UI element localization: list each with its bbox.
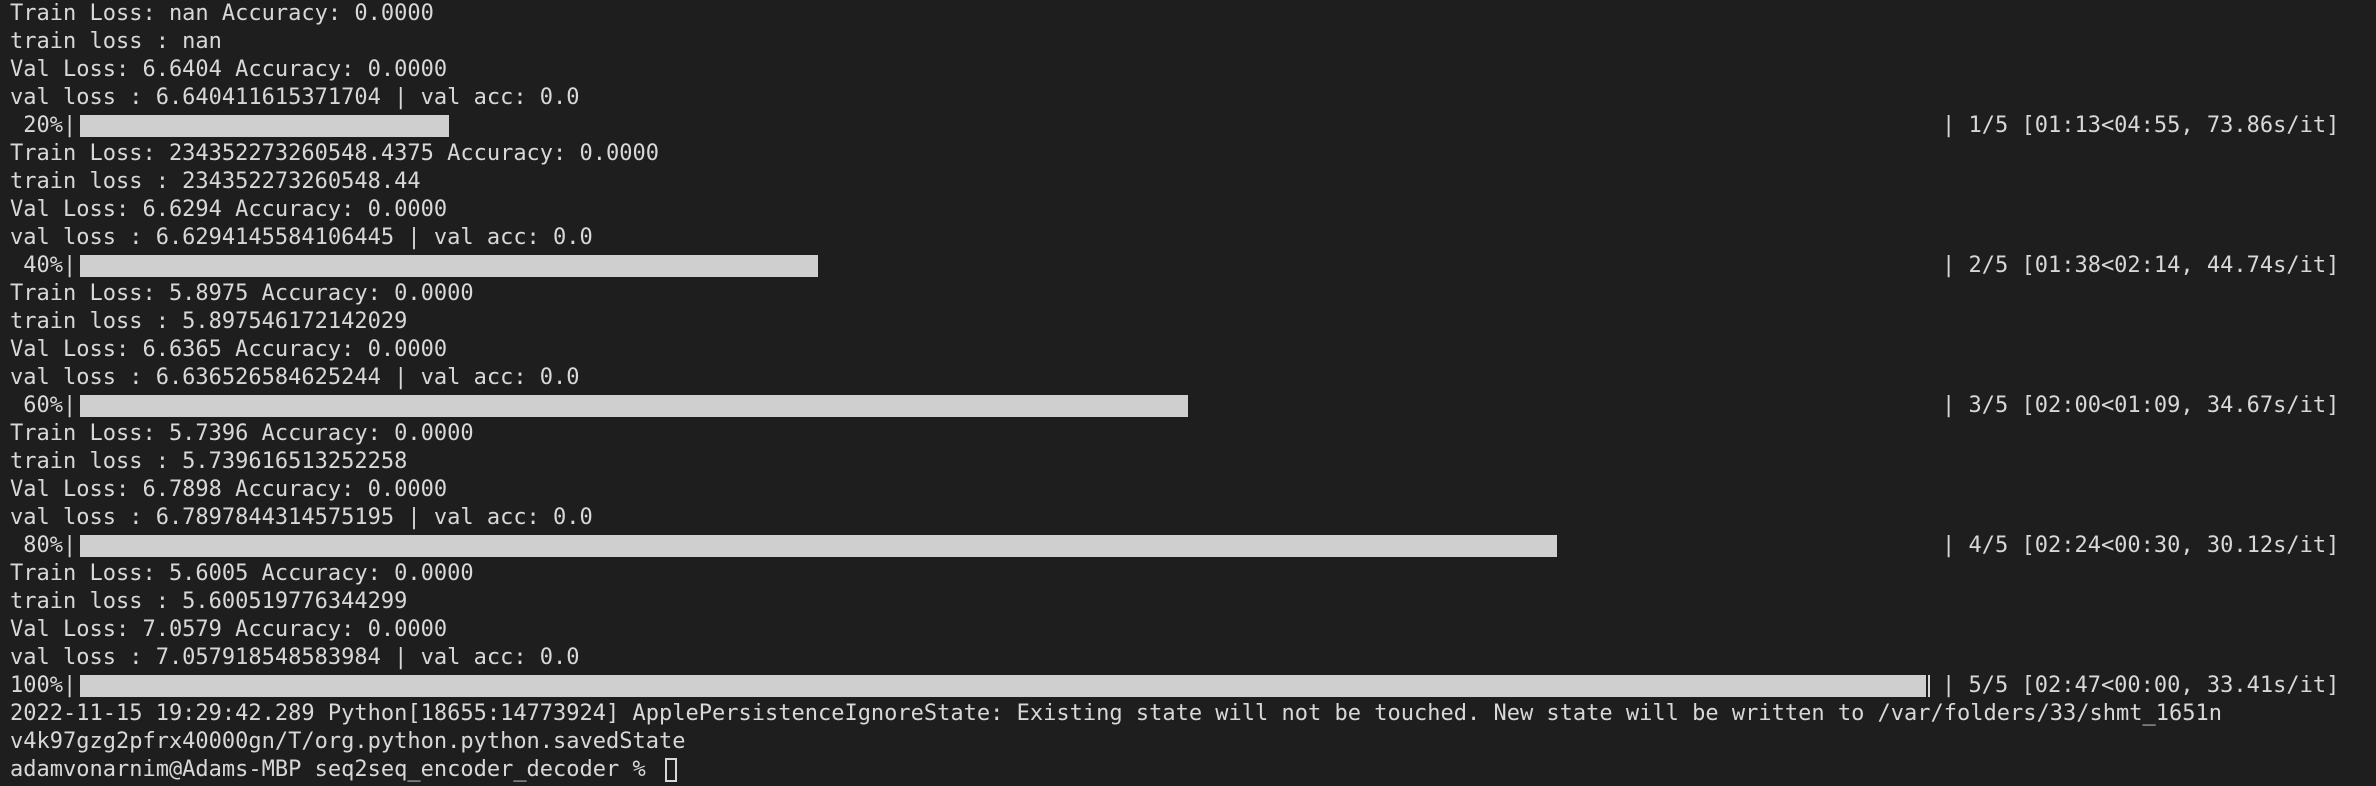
progress-bar-row: 100%| | 5/5 [02:47<00:00, 33.41s/it]	[0, 672, 2376, 700]
log-line: Train Loss: nan Accuracy: 0.0000	[10, 1, 434, 26]
shell-prompt[interactable]: adamvonarnim@Adams-MBP seq2seq_encoder_d…	[10, 756, 678, 784]
log-line: Val Loss: 6.7898 Accuracy: 0.0000	[10, 477, 448, 502]
log-line: train loss : 5.600519776344299	[10, 589, 408, 614]
progress-bar-end	[1928, 675, 1930, 697]
log-line: val loss : 6.640411615371704 | val acc: …	[10, 85, 580, 110]
progress-bar-fill	[80, 535, 1557, 557]
progress-bar-row: 80%| | 4/5 [02:24<00:30, 30.12s/it]	[0, 532, 2376, 560]
progress-bar-row: 40%| | 2/5 [01:38<02:14, 44.74s/it]	[0, 252, 2376, 280]
log-line: val loss : 6.7897844314575195 | val acc:…	[10, 505, 593, 530]
log-line: train loss : 5.897546172142029	[10, 309, 408, 334]
progress-stats: | 1/5 [01:13<04:55, 73.86s/it]	[1942, 113, 2340, 138]
progress-stats: | 2/5 [01:38<02:14, 44.74s/it]	[1942, 253, 2340, 278]
warning-line: 2022-11-15 19:29:42.289 Python[18655:147…	[10, 701, 2222, 726]
log-line: Val Loss: 6.6294 Accuracy: 0.0000	[10, 197, 448, 222]
text-cursor	[665, 758, 678, 782]
progress-bar	[80, 675, 1926, 697]
log-line: train loss : 5.739616513252258	[10, 449, 408, 474]
progress-stats: | 5/5 [02:47<00:00, 33.41s/it]	[1942, 673, 2340, 698]
progress-percent: 60%|	[10, 393, 77, 418]
progress-bar-row: 20%| | 1/5 [01:13<04:55, 73.86s/it]	[0, 112, 2376, 140]
progress-bar	[80, 255, 1926, 277]
progress-stats: | 4/5 [02:24<00:30, 30.12s/it]	[1942, 533, 2340, 558]
progress-bar-fill	[80, 255, 819, 277]
log-line: Train Loss: 234352273260548.4375 Accurac…	[10, 141, 660, 166]
progress-percent: 40%|	[10, 253, 77, 278]
log-line: val loss : 7.057918548583984 | val acc: …	[10, 645, 580, 670]
progress-bar	[80, 395, 1926, 417]
progress-bar-fill	[80, 115, 450, 137]
log-line: val loss : 6.636526584625244 | val acc: …	[10, 365, 580, 390]
log-line: val loss : 6.6294145584106445 | val acc:…	[10, 225, 593, 250]
progress-bar	[80, 115, 1926, 137]
log-line: Train Loss: 5.6005 Accuracy: 0.0000	[10, 561, 474, 586]
warning-line: v4k97gzg2pfrx40000gn/T/org.python.python…	[10, 729, 686, 754]
progress-percent: 20%|	[10, 113, 77, 138]
progress-stats: | 3/5 [02:00<01:09, 34.67s/it]	[1942, 393, 2340, 418]
prompt-text: adamvonarnim@Adams-MBP seq2seq_encoder_d…	[10, 757, 660, 782]
progress-bar	[80, 535, 1926, 557]
progress-percent: 100%|	[10, 673, 77, 698]
log-line: train loss : nan	[10, 29, 222, 54]
log-line: Val Loss: 7.0579 Accuracy: 0.0000	[10, 617, 448, 642]
progress-bar-row: 60%| | 3/5 [02:00<01:09, 34.67s/it]	[0, 392, 2376, 420]
log-line: Val Loss: 6.6404 Accuracy: 0.0000	[10, 57, 448, 82]
progress-percent: 80%|	[10, 533, 77, 558]
log-line: Val Loss: 6.6365 Accuracy: 0.0000	[10, 337, 448, 362]
progress-bar-fill	[80, 675, 1926, 697]
log-line: train loss : 234352273260548.44	[10, 169, 421, 194]
log-line: Train Loss: 5.8975 Accuracy: 0.0000	[10, 281, 474, 306]
log-line: Train Loss: 5.7396 Accuracy: 0.0000	[10, 421, 474, 446]
terminal-window[interactable]: Train Loss: nan Accuracy: 0.0000 train l…	[0, 0, 2376, 786]
progress-bar-fill	[80, 395, 1188, 417]
